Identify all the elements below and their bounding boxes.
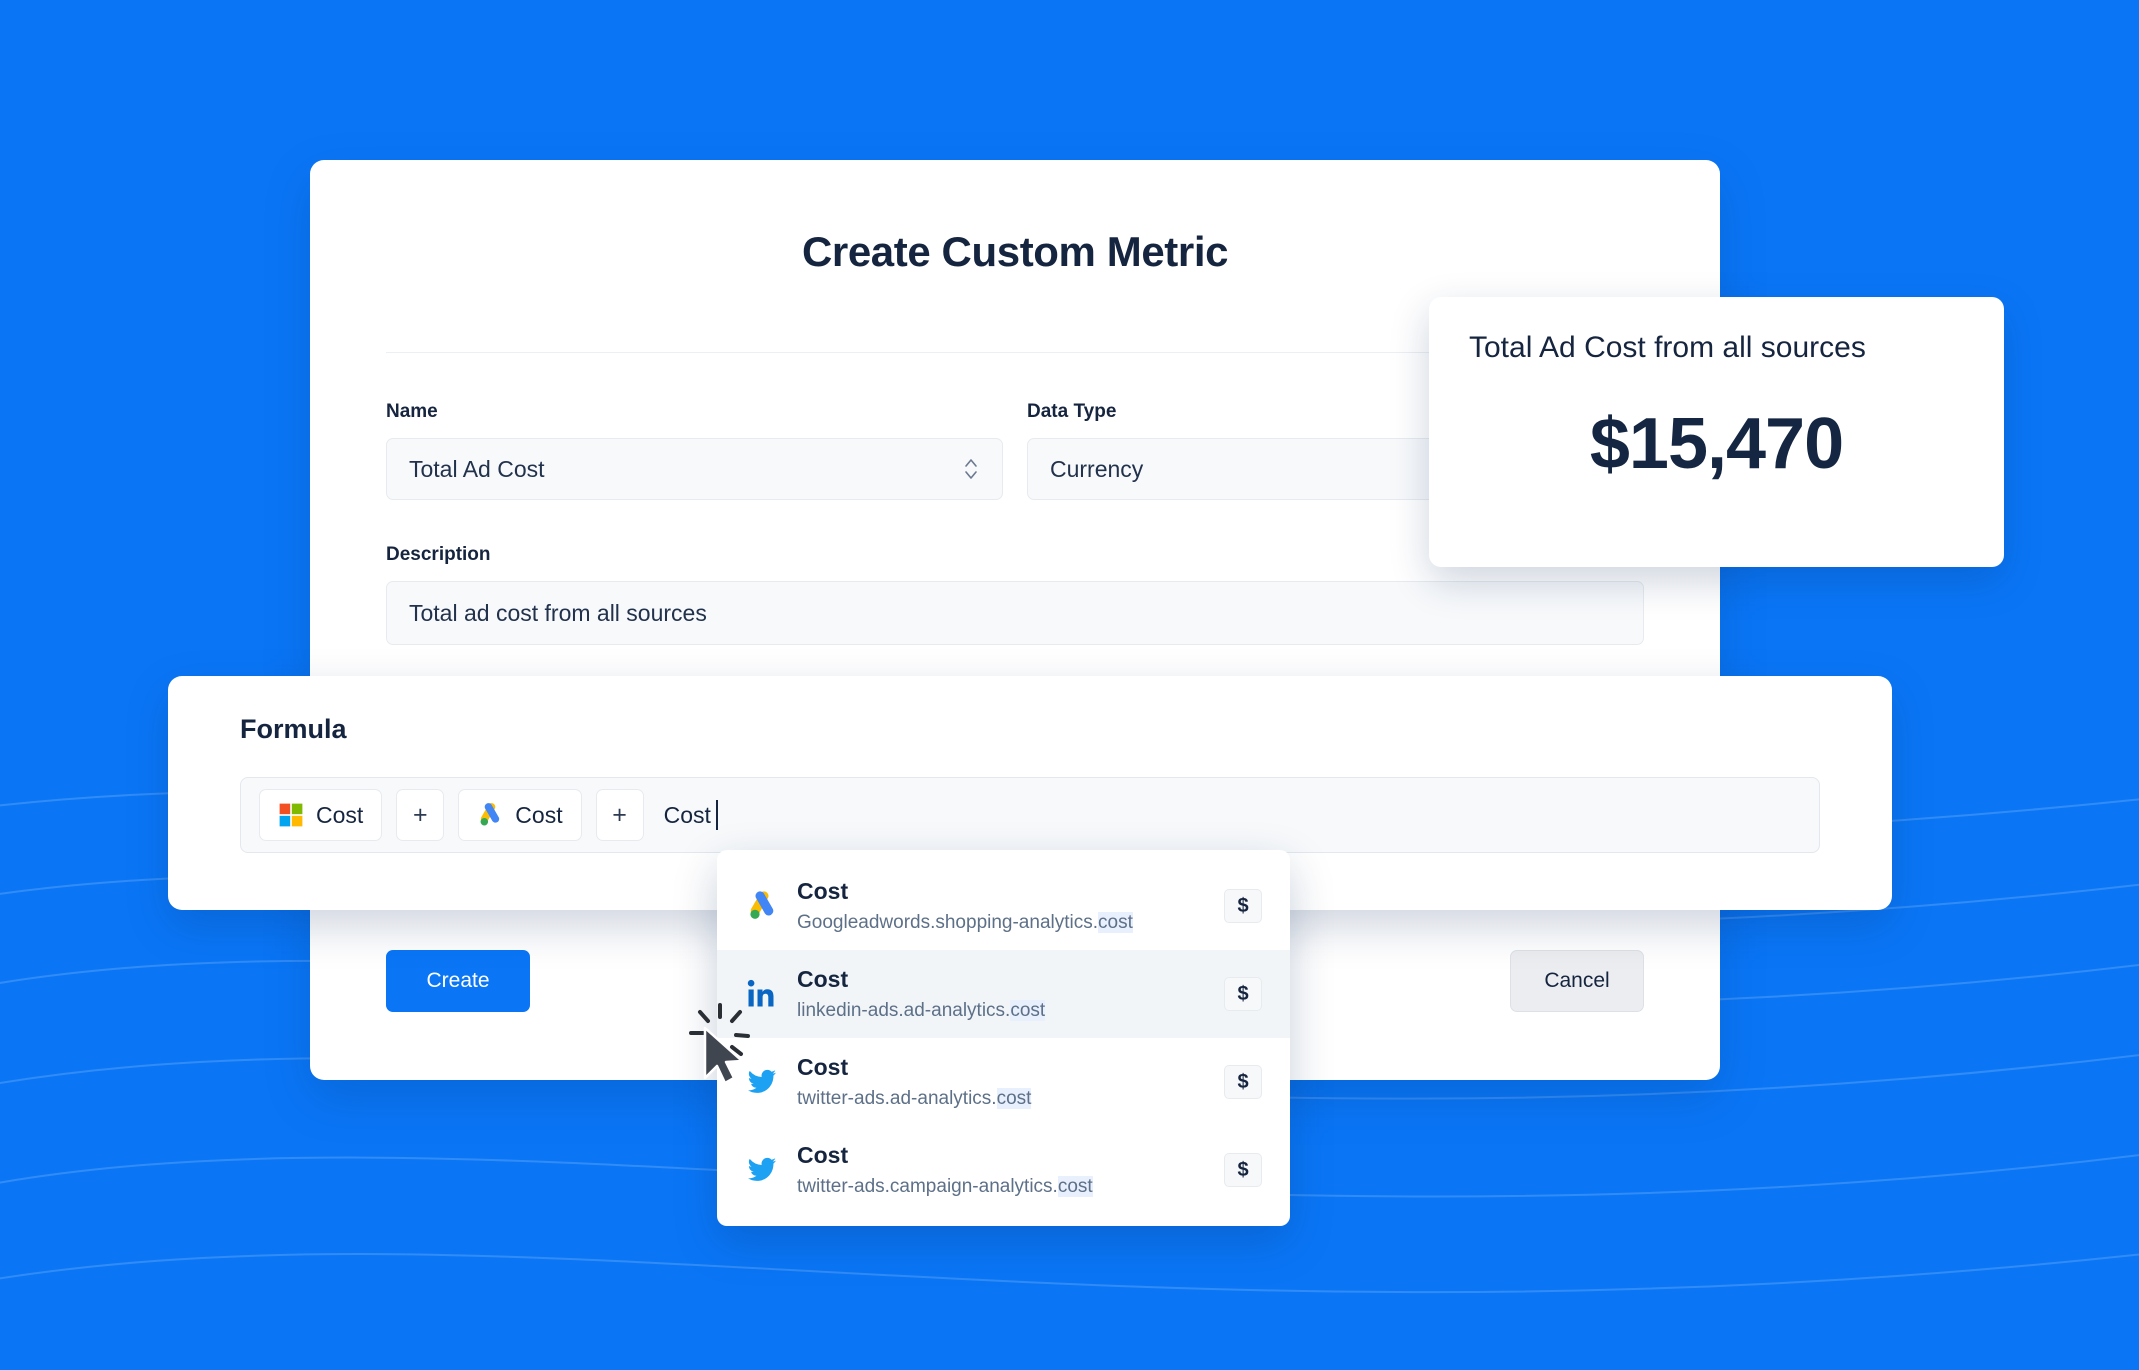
suggestion-path-prefix: Googleadwords.shopping-analytics. xyxy=(797,912,1099,933)
twitter-icon xyxy=(748,1069,776,1093)
suggestion-path-prefix: linkedin-ads.ad-analytics. xyxy=(797,1000,1011,1021)
suggestion-name: Cost xyxy=(797,1142,849,1168)
suggestion-name: Cost xyxy=(797,878,849,904)
name-value: Total Ad Cost xyxy=(409,455,545,482)
name-field-group: Name Total Ad Cost xyxy=(386,401,1003,500)
metric-preview-value: $15,470 xyxy=(1589,404,1844,484)
suggestion-text: Cost twitter-ads.ad-analytics.cost xyxy=(797,1054,1206,1110)
formula-chip-google-ads[interactable]: Cost xyxy=(458,789,582,841)
suggestion-type-badge: $ xyxy=(1224,1153,1262,1187)
suggestion-type-badge: $ xyxy=(1224,977,1262,1011)
suggestion-row[interactable]: Cost twitter-ads.ad-analytics.cost $ xyxy=(717,1038,1290,1126)
suggestion-source-icon xyxy=(745,1153,779,1187)
page-title: Create Custom Metric xyxy=(801,228,1229,275)
suggestion-path: twitter-ads.campaign-analytics.cost xyxy=(797,1176,1206,1198)
suggestion-text: Cost linkedin-ads.ad-analytics.cost xyxy=(797,966,1206,1022)
suggestion-name: Cost xyxy=(797,1054,849,1080)
google-ads-icon xyxy=(750,891,774,919)
formula-chip-label: Cost xyxy=(515,801,563,828)
description-input[interactable]: Total ad cost from all sources xyxy=(386,581,1644,645)
suggestion-source-icon xyxy=(745,1065,779,1099)
suggestion-path-match: cost xyxy=(1057,1176,1093,1197)
suggestion-text: Cost twitter-ads.campaign-analytics.cost xyxy=(797,1142,1206,1198)
suggestion-name: Cost xyxy=(797,966,849,992)
suggestion-row[interactable]: Cost twitter-ads.campaign-analytics.cost $ xyxy=(717,1126,1290,1214)
suggestion-source-icon xyxy=(745,889,779,923)
metric-preview-card: Total Ad Cost from all sources $15,470 xyxy=(1429,297,2004,567)
formula-typed-text-wrapper: Cost xyxy=(658,800,718,830)
formula-chip-microsoft-ads[interactable]: Cost xyxy=(259,789,383,841)
description-value: Total ad cost from all sources xyxy=(409,599,707,626)
suggestion-path-match: cost xyxy=(1098,912,1133,933)
google-ads-icon xyxy=(480,803,500,826)
linkedin-icon xyxy=(747,979,774,1007)
formula-label: Formula xyxy=(240,714,347,744)
formula-suggestions-dropdown[interactable]: Cost Googleadwords.shopping-analytics.cos… xyxy=(717,850,1290,1226)
formula-operator-plus[interactable]: + xyxy=(595,789,644,841)
twitter-icon xyxy=(748,1157,776,1181)
suggestion-row[interactable]: Cost Googleadwords.shopping-analytics.cos… xyxy=(717,862,1290,950)
suggestion-text: Cost Googleadwords.shopping-analytics.cos… xyxy=(797,878,1206,934)
name-input[interactable]: Total Ad Cost xyxy=(386,438,1003,500)
suggestion-path: twitter-ads.ad-analytics.cost xyxy=(797,1088,1206,1110)
suggestion-path-prefix: twitter-ads.ad-analytics. xyxy=(797,1088,997,1109)
name-label: Name xyxy=(386,401,438,422)
create-button[interactable]: Create xyxy=(386,950,530,1012)
suggestion-row[interactable]: Cost linkedin-ads.ad-analytics.cost $ xyxy=(717,950,1290,1038)
stepper-chevrons-icon[interactable] xyxy=(962,454,980,484)
suggestion-source-icon xyxy=(745,977,779,1011)
suggestion-path-match: cost xyxy=(1010,1000,1046,1021)
formula-operator-plus[interactable]: + xyxy=(396,789,445,841)
metric-preview-title: Total Ad Cost from all sources xyxy=(1469,331,1866,364)
suggestion-path-match: cost xyxy=(996,1088,1032,1109)
formula-chip-label: Cost xyxy=(316,801,364,828)
suggestion-type-badge: $ xyxy=(1224,889,1262,923)
microsoft-ads-icon xyxy=(279,803,303,827)
cancel-button[interactable]: Cancel xyxy=(1510,950,1644,1012)
text-caret xyxy=(715,800,718,830)
suggestion-path-prefix: twitter-ads.campaign-analytics. xyxy=(797,1176,1058,1197)
formula-input[interactable]: Cost + Cost + Cost xyxy=(240,777,1820,853)
formula-typed-text: Cost xyxy=(663,801,711,828)
suggestion-type-badge: $ xyxy=(1224,1065,1262,1099)
suggestion-path: Googleadwords.shopping-analytics.cost xyxy=(797,912,1206,934)
suggestion-path: linkedin-ads.ad-analytics.cost xyxy=(797,1000,1206,1022)
